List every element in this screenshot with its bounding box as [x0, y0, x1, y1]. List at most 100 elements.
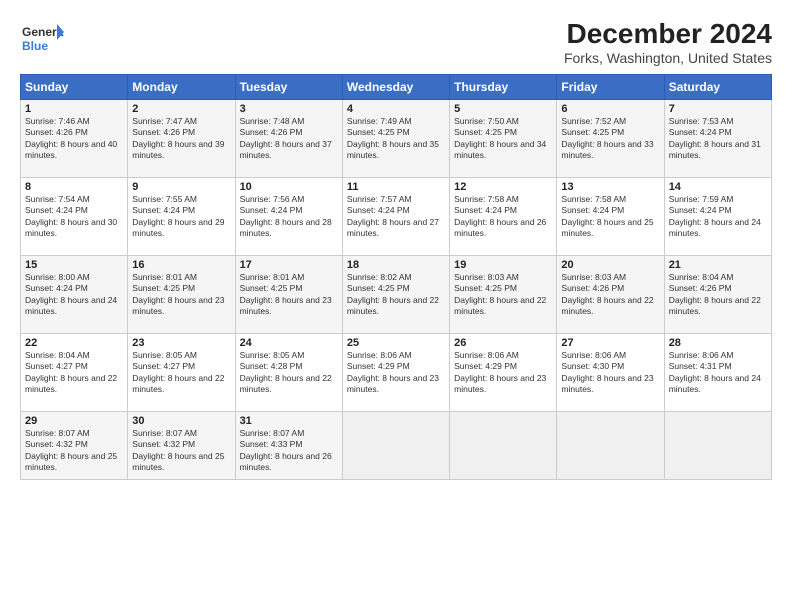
day-number: 23 [132, 337, 230, 349]
calendar-cell: 7 Sunrise: 7:53 AM Sunset: 4:24 PM Dayli… [664, 100, 771, 178]
subtitle: Forks, Washington, United States [564, 50, 772, 66]
day-info: Sunrise: 7:58 AM Sunset: 4:24 PM Dayligh… [561, 194, 659, 240]
day-number: 22 [25, 337, 123, 349]
day-info: Sunrise: 7:49 AM Sunset: 4:25 PM Dayligh… [347, 116, 445, 162]
calendar-header-sunday: Sunday [21, 75, 128, 100]
day-info: Sunrise: 8:07 AM Sunset: 4:32 PM Dayligh… [25, 428, 123, 474]
calendar-cell: 1 Sunrise: 7:46 AM Sunset: 4:26 PM Dayli… [21, 100, 128, 178]
calendar-cell: 23 Sunrise: 8:05 AM Sunset: 4:27 PM Dayl… [128, 334, 235, 412]
calendar-cell: 14 Sunrise: 7:59 AM Sunset: 4:24 PM Dayl… [664, 178, 771, 256]
calendar-cell: 13 Sunrise: 7:58 AM Sunset: 4:24 PM Dayl… [557, 178, 664, 256]
day-info: Sunrise: 8:06 AM Sunset: 4:29 PM Dayligh… [347, 350, 445, 396]
calendar-cell [450, 412, 557, 480]
day-info: Sunrise: 8:03 AM Sunset: 4:26 PM Dayligh… [561, 272, 659, 318]
day-number: 16 [132, 259, 230, 271]
calendar-cell: 19 Sunrise: 8:03 AM Sunset: 4:25 PM Dayl… [450, 256, 557, 334]
calendar-cell [342, 412, 449, 480]
day-number: 3 [240, 103, 338, 115]
day-info: Sunrise: 8:06 AM Sunset: 4:31 PM Dayligh… [669, 350, 767, 396]
calendar-cell [557, 412, 664, 480]
calendar-cell: 30 Sunrise: 8:07 AM Sunset: 4:32 PM Dayl… [128, 412, 235, 480]
day-info: Sunrise: 7:57 AM Sunset: 4:24 PM Dayligh… [347, 194, 445, 240]
calendar-cell: 29 Sunrise: 8:07 AM Sunset: 4:32 PM Dayl… [21, 412, 128, 480]
calendar-cell: 11 Sunrise: 7:57 AM Sunset: 4:24 PM Dayl… [342, 178, 449, 256]
day-number: 28 [669, 337, 767, 349]
day-info: Sunrise: 7:56 AM Sunset: 4:24 PM Dayligh… [240, 194, 338, 240]
day-number: 30 [132, 415, 230, 427]
title-block: December 2024 Forks, Washington, United … [564, 18, 772, 66]
calendar-cell: 2 Sunrise: 7:47 AM Sunset: 4:26 PM Dayli… [128, 100, 235, 178]
day-number: 5 [454, 103, 552, 115]
day-info: Sunrise: 8:01 AM Sunset: 4:25 PM Dayligh… [132, 272, 230, 318]
day-info: Sunrise: 8:06 AM Sunset: 4:30 PM Dayligh… [561, 350, 659, 396]
day-number: 31 [240, 415, 338, 427]
calendar-cell: 3 Sunrise: 7:48 AM Sunset: 4:26 PM Dayli… [235, 100, 342, 178]
day-info: Sunrise: 8:04 AM Sunset: 4:26 PM Dayligh… [669, 272, 767, 318]
day-number: 6 [561, 103, 659, 115]
day-number: 12 [454, 181, 552, 193]
day-info: Sunrise: 7:52 AM Sunset: 4:25 PM Dayligh… [561, 116, 659, 162]
calendar-cell: 26 Sunrise: 8:06 AM Sunset: 4:29 PM Dayl… [450, 334, 557, 412]
day-number: 25 [347, 337, 445, 349]
header: General Blue December 2024 Forks, Washin… [20, 18, 772, 66]
calendar-cell: 18 Sunrise: 8:02 AM Sunset: 4:25 PM Dayl… [342, 256, 449, 334]
calendar-cell [664, 412, 771, 480]
calendar-cell: 8 Sunrise: 7:54 AM Sunset: 4:24 PM Dayli… [21, 178, 128, 256]
day-number: 18 [347, 259, 445, 271]
day-number: 21 [669, 259, 767, 271]
main-title: December 2024 [564, 18, 772, 50]
calendar-cell: 16 Sunrise: 8:01 AM Sunset: 4:25 PM Dayl… [128, 256, 235, 334]
day-info: Sunrise: 8:02 AM Sunset: 4:25 PM Dayligh… [347, 272, 445, 318]
calendar-cell: 10 Sunrise: 7:56 AM Sunset: 4:24 PM Dayl… [235, 178, 342, 256]
day-number: 14 [669, 181, 767, 193]
calendar-cell: 28 Sunrise: 8:06 AM Sunset: 4:31 PM Dayl… [664, 334, 771, 412]
calendar-cell: 20 Sunrise: 8:03 AM Sunset: 4:26 PM Dayl… [557, 256, 664, 334]
day-number: 29 [25, 415, 123, 427]
calendar-header-thursday: Thursday [450, 75, 557, 100]
day-number: 1 [25, 103, 123, 115]
day-info: Sunrise: 8:00 AM Sunset: 4:24 PM Dayligh… [25, 272, 123, 318]
day-info: Sunrise: 8:07 AM Sunset: 4:32 PM Dayligh… [132, 428, 230, 474]
calendar-cell: 22 Sunrise: 8:04 AM Sunset: 4:27 PM Dayl… [21, 334, 128, 412]
calendar-cell: 5 Sunrise: 7:50 AM Sunset: 4:25 PM Dayli… [450, 100, 557, 178]
day-info: Sunrise: 7:48 AM Sunset: 4:26 PM Dayligh… [240, 116, 338, 162]
day-number: 24 [240, 337, 338, 349]
day-number: 8 [25, 181, 123, 193]
calendar-cell: 6 Sunrise: 7:52 AM Sunset: 4:25 PM Dayli… [557, 100, 664, 178]
logo-svg: General Blue [20, 18, 64, 62]
day-info: Sunrise: 8:03 AM Sunset: 4:25 PM Dayligh… [454, 272, 552, 318]
calendar-header-friday: Friday [557, 75, 664, 100]
day-number: 27 [561, 337, 659, 349]
day-info: Sunrise: 7:59 AM Sunset: 4:24 PM Dayligh… [669, 194, 767, 240]
svg-text:Blue: Blue [22, 39, 48, 53]
calendar-cell: 31 Sunrise: 8:07 AM Sunset: 4:33 PM Dayl… [235, 412, 342, 480]
day-number: 15 [25, 259, 123, 271]
day-info: Sunrise: 7:54 AM Sunset: 4:24 PM Dayligh… [25, 194, 123, 240]
day-info: Sunrise: 8:05 AM Sunset: 4:28 PM Dayligh… [240, 350, 338, 396]
day-number: 4 [347, 103, 445, 115]
calendar-cell: 17 Sunrise: 8:01 AM Sunset: 4:25 PM Dayl… [235, 256, 342, 334]
day-info: Sunrise: 8:06 AM Sunset: 4:29 PM Dayligh… [454, 350, 552, 396]
day-info: Sunrise: 7:46 AM Sunset: 4:26 PM Dayligh… [25, 116, 123, 162]
calendar-cell: 12 Sunrise: 7:58 AM Sunset: 4:24 PM Dayl… [450, 178, 557, 256]
day-info: Sunrise: 8:04 AM Sunset: 4:27 PM Dayligh… [25, 350, 123, 396]
day-number: 17 [240, 259, 338, 271]
day-info: Sunrise: 7:58 AM Sunset: 4:24 PM Dayligh… [454, 194, 552, 240]
day-info: Sunrise: 8:01 AM Sunset: 4:25 PM Dayligh… [240, 272, 338, 318]
calendar-header-wednesday: Wednesday [342, 75, 449, 100]
day-info: Sunrise: 8:07 AM Sunset: 4:33 PM Dayligh… [240, 428, 338, 474]
day-info: Sunrise: 7:50 AM Sunset: 4:25 PM Dayligh… [454, 116, 552, 162]
calendar-cell: 9 Sunrise: 7:55 AM Sunset: 4:24 PM Dayli… [128, 178, 235, 256]
day-number: 11 [347, 181, 445, 193]
day-number: 26 [454, 337, 552, 349]
day-info: Sunrise: 7:53 AM Sunset: 4:24 PM Dayligh… [669, 116, 767, 162]
page: General Blue December 2024 Forks, Washin… [0, 0, 792, 612]
calendar-cell: 15 Sunrise: 8:00 AM Sunset: 4:24 PM Dayl… [21, 256, 128, 334]
day-number: 2 [132, 103, 230, 115]
calendar-cell: 27 Sunrise: 8:06 AM Sunset: 4:30 PM Dayl… [557, 334, 664, 412]
calendar-cell: 21 Sunrise: 8:04 AM Sunset: 4:26 PM Dayl… [664, 256, 771, 334]
day-info: Sunrise: 7:55 AM Sunset: 4:24 PM Dayligh… [132, 194, 230, 240]
day-info: Sunrise: 8:05 AM Sunset: 4:27 PM Dayligh… [132, 350, 230, 396]
logo: General Blue [20, 18, 64, 62]
calendar-cell: 25 Sunrise: 8:06 AM Sunset: 4:29 PM Dayl… [342, 334, 449, 412]
